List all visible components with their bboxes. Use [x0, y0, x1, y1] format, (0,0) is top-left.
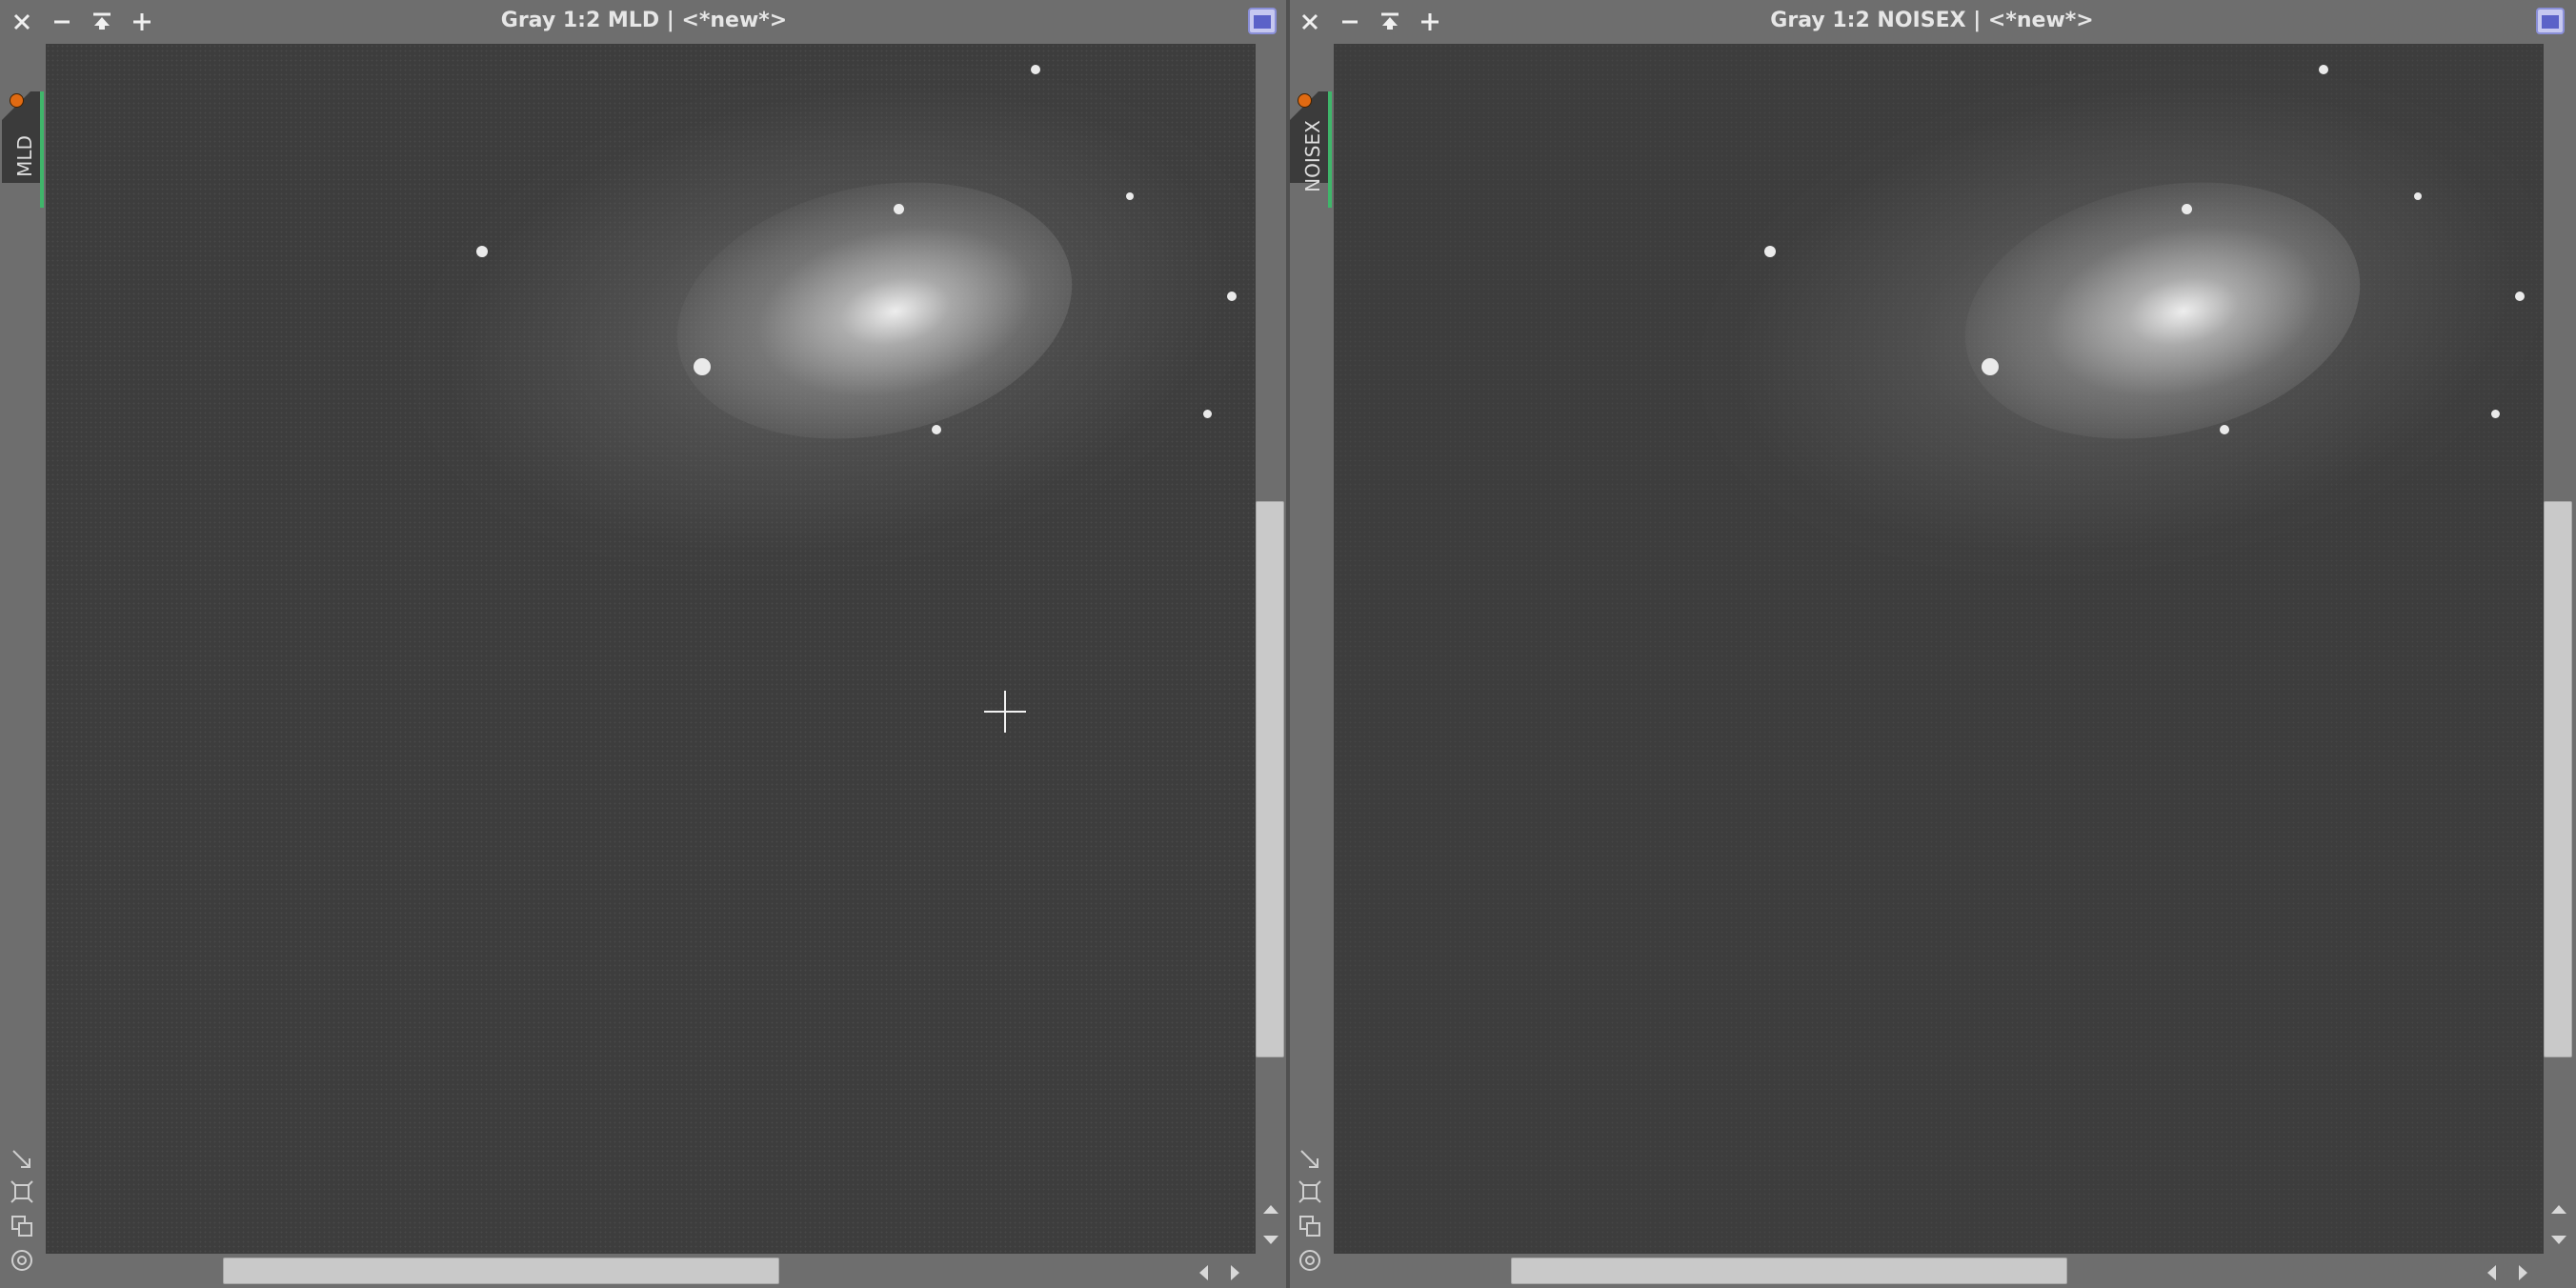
star: [1764, 246, 1776, 257]
scroll-left-icon[interactable]: [1197, 1263, 1210, 1282]
resize-icon[interactable]: [1298, 1147, 1322, 1172]
scroll-down-icon[interactable]: [1261, 1233, 1280, 1246]
fit-view-icon[interactable]: [10, 1179, 34, 1204]
star: [2220, 425, 2229, 434]
window-title: Gray 1:2 MLD | <*new*>: [500, 9, 788, 32]
star: [1982, 358, 1999, 375]
star: [2491, 410, 2500, 418]
window-sidebar: NOISEX: [1288, 44, 1334, 1288]
window-separator: [1286, 0, 1290, 1288]
vertical-scroll-thumb[interactable]: [2544, 501, 2572, 1057]
mouse-crosshair: [984, 691, 1026, 733]
clone-icon[interactable]: [10, 1214, 34, 1238]
star: [2319, 65, 2328, 74]
vertical-scrollbar[interactable]: [1256, 44, 1288, 1254]
target-icon[interactable]: [10, 1248, 34, 1273]
image-viewport[interactable]: [1334, 44, 2544, 1254]
clone-icon[interactable]: [1298, 1214, 1322, 1238]
resize-icon[interactable]: [10, 1147, 34, 1172]
star: [1227, 292, 1237, 301]
star: [2182, 204, 2192, 214]
view-identifier[interactable]: NOISEX: [1301, 120, 1324, 192]
star: [894, 204, 904, 214]
scroll-up-icon[interactable]: [1261, 1201, 1280, 1215]
horizontal-scroll-thumb[interactable]: [1511, 1258, 2067, 1284]
identifier-accent: [40, 91, 44, 208]
target-icon[interactable]: [1298, 1248, 1322, 1273]
window-sidebar: MLD: [0, 44, 46, 1288]
horizontal-scrollbar[interactable]: [46, 1254, 1256, 1288]
vertical-scrollbar[interactable]: [2544, 44, 2576, 1254]
identifier-accent: [1328, 91, 1332, 208]
window-title: Gray 1:2 NOISEX | <*new*>: [1770, 9, 2094, 32]
scroll-down-icon[interactable]: [2549, 1233, 2568, 1246]
shade-icon[interactable]: [2536, 8, 2565, 34]
star: [2414, 192, 2422, 200]
window-titlebar[interactable]: Gray 1:2 MLD | <*new*>: [0, 0, 1288, 44]
scroll-up-icon[interactable]: [2549, 1201, 2568, 1215]
status-dot: [10, 93, 24, 108]
horizontal-scroll-thumb[interactable]: [223, 1258, 779, 1284]
image-window-mld[interactable]: Gray 1:2 MLD | <*new*> MLD: [0, 0, 1288, 1288]
star: [1031, 65, 1040, 74]
star: [694, 358, 711, 375]
vertical-scroll-thumb[interactable]: [1256, 501, 1284, 1057]
star: [2515, 292, 2525, 301]
window-titlebar[interactable]: Gray 1:2 NOISEX | <*new*>: [1288, 0, 2576, 44]
star: [1203, 410, 1212, 418]
star: [932, 425, 941, 434]
horizontal-scrollbar[interactable]: [1334, 1254, 2544, 1288]
status-dot: [1298, 93, 1312, 108]
image-window-noisex[interactable]: Gray 1:2 NOISEX | <*new*> NOISEX: [1288, 0, 2576, 1288]
star: [1126, 192, 1134, 200]
star: [476, 246, 488, 257]
view-identifier[interactable]: MLD: [13, 135, 36, 177]
scroll-left-icon[interactable]: [2485, 1263, 2498, 1282]
scroll-right-icon[interactable]: [2517, 1263, 2530, 1282]
fit-view-icon[interactable]: [1298, 1179, 1322, 1204]
scroll-right-icon[interactable]: [1229, 1263, 1242, 1282]
shade-icon[interactable]: [1248, 8, 1277, 34]
image-viewport[interactable]: [46, 44, 1256, 1254]
